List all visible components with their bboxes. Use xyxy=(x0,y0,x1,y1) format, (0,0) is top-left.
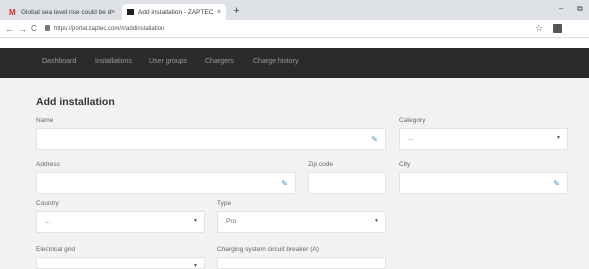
location-pin-icon[interactable]: ✎ xyxy=(281,179,288,188)
bookmark-star-icon[interactable]: ☆ xyxy=(535,23,543,34)
name-input[interactable]: ✎ xyxy=(36,128,386,150)
nav-item-chargers[interactable]: Chargers xyxy=(205,58,234,65)
page-title: Add installation xyxy=(36,96,115,108)
type-select[interactable]: Pro ▼ xyxy=(217,211,386,233)
city-input[interactable]: ✎ xyxy=(399,172,568,194)
nav-item-installations[interactable]: Installations xyxy=(95,58,132,65)
chevron-down-icon: ▼ xyxy=(193,218,198,224)
url-field[interactable]: https://portal.zaptec.com/#/addinstallat… xyxy=(54,24,164,34)
name-label: Name xyxy=(36,117,54,124)
close-tab-icon[interactable]: × xyxy=(217,9,221,16)
minimize-button[interactable]: – xyxy=(559,4,563,13)
browser-tab-bar: M Global sea level rise could be do... ×… xyxy=(0,0,589,20)
new-tab-button[interactable]: + xyxy=(230,5,243,18)
main-nav: Dashboard Installations User groups Char… xyxy=(0,48,589,78)
forward-button[interactable]: → xyxy=(18,23,27,35)
lock-icon xyxy=(45,25,50,31)
tab-title: Global sea level rise could be do... xyxy=(21,8,111,16)
address-input[interactable]: ✎ xyxy=(36,172,296,194)
type-label: Type xyxy=(217,200,232,207)
chevron-down-icon: ▼ xyxy=(556,135,561,141)
close-tab-icon[interactable]: × xyxy=(111,9,115,16)
category-select[interactable]: ... ▼ xyxy=(399,128,568,150)
address-bar: ← → C https://portal.zaptec.com/#/addins… xyxy=(0,20,589,38)
maximize-button[interactable]: ⧉ xyxy=(577,4,583,14)
zip-code-input[interactable] xyxy=(308,172,386,194)
extension-icon[interactable] xyxy=(553,24,562,33)
zip-code-label: Zip code xyxy=(308,161,333,168)
country-select[interactable]: ... ▼ xyxy=(36,211,205,233)
back-button[interactable]: ← xyxy=(5,23,14,35)
electrical-grid-select[interactable]: ▼ xyxy=(36,257,205,269)
location-pin-icon[interactable]: ✎ xyxy=(371,135,378,144)
chevron-down-icon: ▼ xyxy=(193,263,198,269)
chevron-down-icon: ▼ xyxy=(374,218,379,224)
category-label: Category xyxy=(399,117,426,124)
zaptec-favicon-icon xyxy=(127,9,134,15)
nav-item-charge-history[interactable]: Charge history xyxy=(253,58,299,65)
tab-add-installation[interactable]: Add installation - ZAPTEC × xyxy=(122,4,226,20)
reload-button[interactable]: C xyxy=(31,23,37,35)
page-top-spacer xyxy=(0,38,589,48)
gmail-icon: M xyxy=(9,7,16,17)
tab-sea-level[interactable]: M Global sea level rise could be do... × xyxy=(4,4,120,20)
electrical-grid-label: Electrical grid xyxy=(36,246,76,253)
circuit-breaker-label: Charging system circuit breaker (A) xyxy=(217,246,319,253)
address-label: Address xyxy=(36,161,60,168)
tab-title: Add installation - ZAPTEC xyxy=(138,8,214,16)
circuit-breaker-input[interactable] xyxy=(217,257,386,269)
country-label: Country xyxy=(36,200,59,207)
nav-item-dashboard[interactable]: Dashboard xyxy=(42,58,76,65)
location-pin-icon[interactable]: ✎ xyxy=(553,179,560,188)
nav-item-user-groups[interactable]: User groups xyxy=(149,58,187,65)
city-label: City xyxy=(399,161,411,168)
